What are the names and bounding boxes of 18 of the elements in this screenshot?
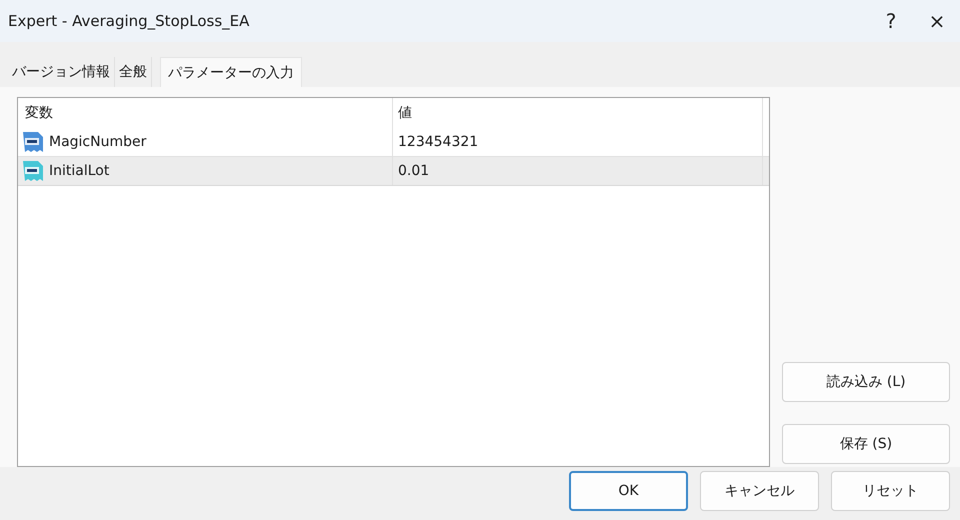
- parameter-name: InitialLot: [49, 163, 110, 179]
- side-button[interactable]: 保存 (S): [782, 424, 950, 464]
- table-row[interactable]: InitialLot 0.01: [18, 156, 769, 186]
- parameter-value: 123454321: [398, 134, 478, 150]
- parameter-value: 0.01: [398, 163, 430, 179]
- double-icon: [21, 160, 45, 182]
- column-header: 値: [398, 104, 412, 122]
- side-button[interactable]: 読み込み (L): [782, 362, 950, 402]
- window-title: Expert - Averaging_StopLoss_EA: [8, 12, 250, 30]
- help-button[interactable]: ?: [868, 0, 914, 42]
- tab[interactable]: パラメーターの入力: [160, 57, 302, 87]
- dialog-button[interactable]: OK: [569, 471, 688, 511]
- column-header: 変数: [25, 104, 53, 122]
- integer-icon: [21, 131, 45, 153]
- dialog-button[interactable]: キャンセル: [700, 471, 819, 511]
- parameter-name: MagicNumber: [49, 134, 146, 150]
- dialog-button[interactable]: リセット: [831, 471, 950, 511]
- close-button[interactable]: ×: [914, 0, 960, 42]
